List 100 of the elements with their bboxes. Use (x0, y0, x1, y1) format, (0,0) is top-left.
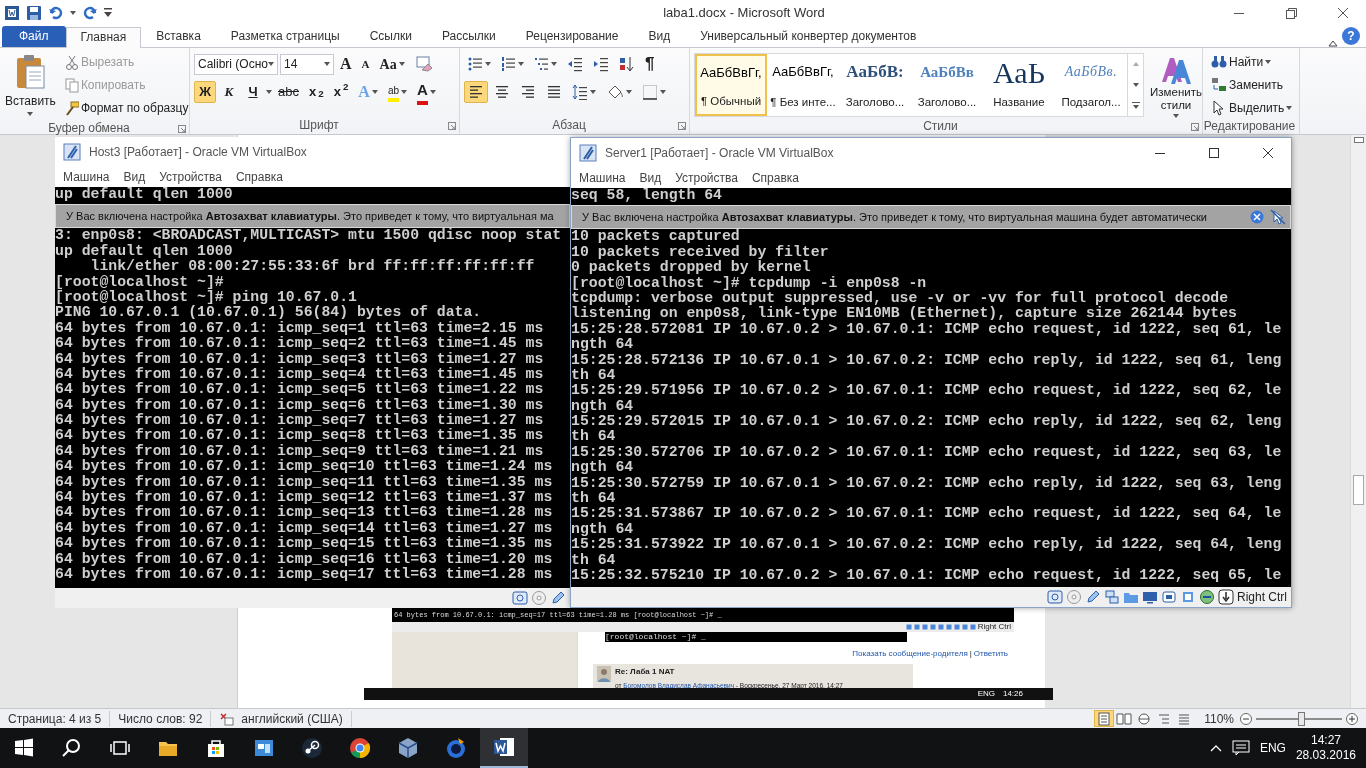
terminal-line: 15:25:32.575210 IP 10.67.0.2 > 10.67.0.1: ICMP echo request, id 1222, seq 65, le (571, 568, 1283, 584)
terminal-line: 15:25:28.572136 IP 10.67.0.1 > 10.67.0.2: ICMP echo reply, id 1222, seq 61, leng (571, 352, 1283, 368)
redo-icon[interactable] (82, 5, 98, 21)
ribbon-tab[interactable]: Универсальный конвертер документов (685, 26, 932, 47)
zoom-out-icon[interactable] (1240, 712, 1252, 725)
undo-icon[interactable] (48, 5, 64, 21)
ribbon-tab[interactable]: Рецензирование (510, 26, 634, 47)
font-size-field[interactable]: 14 (280, 53, 334, 75)
zoom-slider-thumb[interactable] (1297, 711, 1305, 726)
menu-item[interactable]: Машина (579, 169, 626, 187)
show-marks-button[interactable]: ¶ (641, 53, 659, 75)
dialog-launcher-icon[interactable] (678, 121, 686, 130)
terminal-line: up default qlen 1000 (55, 243, 234, 259)
editing-button[interactable]: Заменить (1207, 74, 1297, 96)
display-icon[interactable] (1142, 589, 1158, 605)
caret-icon (660, 90, 666, 94)
terminal-line: 15:25:31.573867 IP 10.67.0.2 > 10.67.0.1: ICMP echo request, id 1222, seq 64, le (571, 506, 1283, 522)
close-notice-icon[interactable] (1250, 210, 1264, 225)
menu-item[interactable]: Вид (123, 168, 146, 186)
font-family-field[interactable]: Calibri (Осно (194, 53, 278, 75)
caret-icon (268, 62, 274, 66)
change-styles-button[interactable]: Изменить стили (1148, 51, 1204, 119)
zoom-in-icon[interactable] (1346, 712, 1358, 725)
caret-icon (266, 90, 272, 94)
window-title: Host3 [Работает] - Oracle VM VirtualBox (89, 144, 307, 161)
menu-item[interactable]: Справка (751, 169, 799, 187)
editing-button[interactable]: Выделить (1207, 97, 1297, 119)
menu-item[interactable]: Устройства (159, 168, 222, 186)
network-icon[interactable] (1104, 589, 1120, 605)
scrollbar-thumb[interactable] (1353, 475, 1364, 505)
mouse-off-icon[interactable] (1270, 209, 1286, 226)
ribbon-tab[interactable]: Разметка страницы (215, 26, 355, 47)
format-button[interactable]: Ч (242, 81, 264, 103)
chip-icon[interactable] (1180, 589, 1196, 605)
ribbon-tab[interactable]: Файл (2, 26, 66, 47)
format-button[interactable]: abc (274, 81, 303, 103)
numbering-icon (501, 56, 516, 72)
view-button[interactable] (1114, 710, 1135, 727)
parent-post-link[interactable]: Показать сообщение-родителя (852, 648, 968, 660)
menu-item[interactable]: Устройства (675, 169, 738, 187)
style-option[interactable]: АаБбВв Заголово... (911, 54, 983, 116)
group-label: Шрифт (298, 118, 340, 133)
more-styles-icon[interactable] (1131, 102, 1140, 110)
menu-item[interactable]: Машина (63, 168, 110, 186)
style-option[interactable]: АаБбВвГг, ¶ Обычный (695, 54, 767, 116)
pen-icon[interactable] (550, 590, 566, 606)
chevron-up-icon[interactable] (1209, 744, 1222, 752)
align-button[interactable] (464, 81, 488, 103)
video-capture-icon[interactable] (1161, 589, 1177, 605)
menu-item[interactable]: Вид (639, 169, 662, 187)
change-case-button[interactable]: Aa (375, 53, 409, 75)
ribbon-tab[interactable]: Рассылки (426, 26, 511, 47)
terminal-line: ngth 64 (571, 337, 635, 353)
ruler-icon[interactable] (1353, 135, 1364, 145)
terminal-line: th 64 (571, 429, 617, 445)
language-indicator[interactable]: ENG (1259, 739, 1286, 757)
dialog-launcher-icon[interactable] (178, 124, 186, 133)
ribbon-tab[interactable]: Главная (65, 27, 142, 48)
format-button[interactable]: Ж (194, 81, 216, 103)
terminal-line: th 64 (571, 491, 617, 507)
ribbon-tab[interactable]: Вставка (141, 26, 216, 47)
help-button[interactable]: ? (1342, 27, 1360, 45)
style-option[interactable]: АаБбВв. Подзагол... (1055, 54, 1127, 116)
spelling-icon[interactable] (219, 711, 236, 726)
format-button[interactable]: К (218, 81, 240, 103)
terminal-line: 15:25:29.572015 IP 10.67.0.1 > 10.67.0.2: ICMP echo reply, id 1222, seq 62, leng (571, 414, 1283, 430)
effect-button[interactable]: A (413, 81, 440, 103)
view-button[interactable] (1094, 710, 1115, 727)
terminal-line: link/ether 08:00:27:55:33:6f brd ff:ff:ff:ff:ff:ff (89, 259, 536, 275)
line-spacing-icon (572, 84, 588, 100)
format-button[interactable]: x$_{2}$ (304, 81, 328, 103)
format-button[interactable]: x$^{2}$ (329, 81, 353, 103)
effect-button[interactable]: ab (383, 81, 411, 103)
align-center-icon (494, 84, 510, 100)
scroll-down-icon[interactable] (1131, 81, 1140, 89)
print-view-icon (1096, 710, 1113, 727)
dialog-launcher-icon[interactable] (1191, 122, 1199, 131)
terminal-line: 3: enp0s8: <BROADCAST,MULTICAST> mtu 1500 qdisc noop stat (55, 228, 563, 244)
customize-icon[interactable] (104, 8, 112, 18)
dialog-launcher-icon[interactable] (448, 121, 456, 130)
replace-icon (1211, 77, 1227, 93)
style-option[interactable]: АаБбВ: Заголово... (839, 54, 911, 116)
reply-link[interactable]: Ответить (973, 648, 1008, 660)
grow-font-button[interactable]: A (336, 53, 356, 75)
paste-button[interactable]: Вставить (4, 51, 57, 121)
terminal-line: 64 bytes from 10.67.0.1: icmp_seq=14 ttl=63 time=1.27 ms (55, 520, 554, 536)
menu-item[interactable]: Справка (235, 168, 283, 186)
notification-icon[interactable] (1231, 740, 1250, 756)
clipboard-button[interactable]: Формат по образцу (60, 97, 193, 119)
style-option[interactable]: АаЬ Название (983, 54, 1055, 116)
pen-icon[interactable] (1085, 589, 1101, 605)
style-option[interactable]: АаБбВвГг, ¶ Без инте... (767, 54, 839, 116)
terminal-line: 15:25:28.572081 IP 10.67.0.2 > 10.67.0.1: ICMP echo request, id 1222, seq 61, le (571, 321, 1283, 337)
save-icon[interactable] (26, 5, 42, 21)
editing-button[interactable]: Найти (1207, 51, 1297, 73)
ribbon-tab[interactable]: Вид (633, 26, 686, 47)
collapse-ribbon-icon[interactable] (1328, 39, 1338, 47)
taskbar-button[interactable] (480, 728, 528, 768)
ribbon-tab[interactable]: Ссылки (354, 26, 427, 47)
shrink-font-button[interactable]: A (357, 53, 374, 75)
